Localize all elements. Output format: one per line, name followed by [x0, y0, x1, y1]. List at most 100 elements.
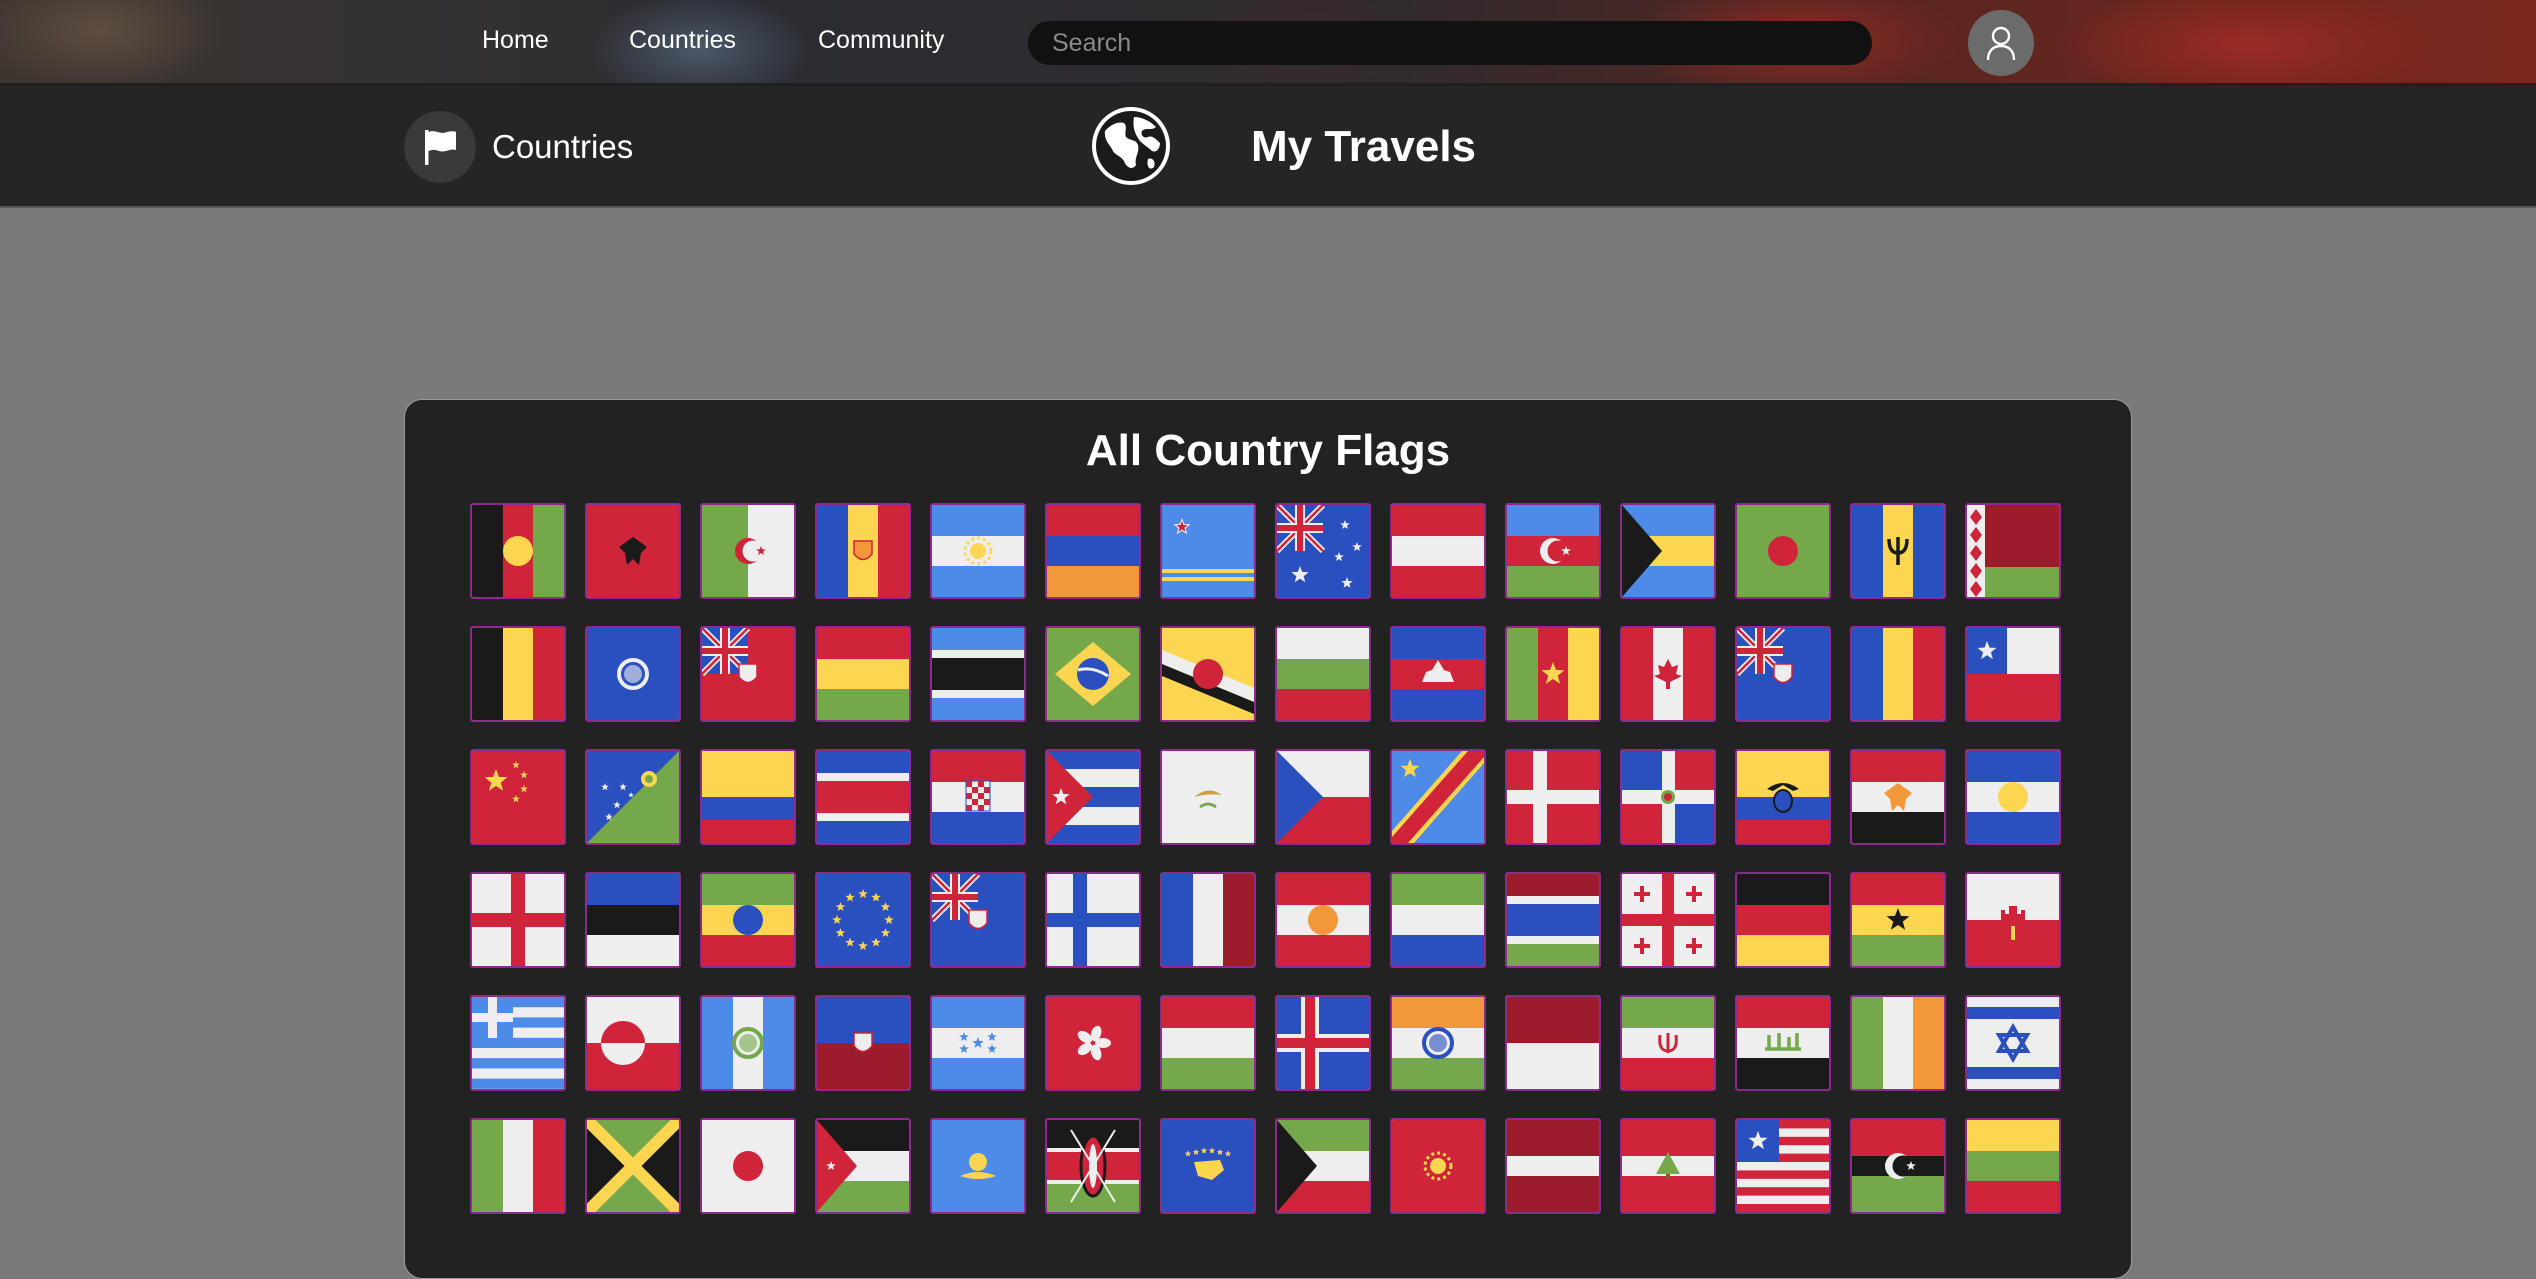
- flag-lithuania[interactable]: [1965, 1118, 2061, 1214]
- flag-jordan[interactable]: [815, 1118, 911, 1214]
- flag-australia[interactable]: [1275, 503, 1371, 599]
- flag-botswana[interactable]: [930, 626, 1026, 722]
- flag-guatemala[interactable]: [700, 995, 796, 1091]
- flag-kazakhstan[interactable]: [930, 1118, 1026, 1214]
- flag-kyrgyzstan[interactable]: [1390, 1118, 1486, 1214]
- flag-bermuda[interactable]: [700, 626, 796, 722]
- flag-finland[interactable]: [1045, 872, 1141, 968]
- flag-image: [1967, 997, 2059, 1089]
- flag-greenland[interactable]: [585, 995, 681, 1091]
- card-title: All Country Flags: [1085, 426, 1451, 475]
- flag-kenya[interactable]: [1045, 1118, 1141, 1214]
- flag-afghanistan[interactable]: [470, 503, 566, 599]
- flag-honduras[interactable]: [930, 995, 1026, 1091]
- flag-france[interactable]: [1160, 872, 1256, 968]
- flag-brunei[interactable]: [1160, 626, 1256, 722]
- flag-indonesia[interactable]: [1505, 995, 1601, 1091]
- flag-lebanon[interactable]: [1620, 1118, 1716, 1214]
- flag-croatia[interactable]: [930, 749, 1026, 845]
- flag-kosovo[interactable]: [1160, 1118, 1256, 1214]
- flag-colombia[interactable]: [700, 749, 796, 845]
- flag-china[interactable]: [470, 749, 566, 845]
- flag-falkland-islands[interactable]: [930, 872, 1026, 968]
- flag-bolivia[interactable]: [815, 626, 911, 722]
- flag-jamaica[interactable]: [585, 1118, 681, 1214]
- flag-england[interactable]: [470, 872, 566, 968]
- flag-libya[interactable]: [1850, 1118, 1946, 1214]
- flag-french-polynesia[interactable]: [1275, 872, 1371, 968]
- section-label[interactable]: Countries: [492, 128, 633, 166]
- flag-iran[interactable]: [1620, 995, 1716, 1091]
- flag-canada[interactable]: [1620, 626, 1716, 722]
- flag-greece[interactable]: [470, 995, 566, 1091]
- nav-home[interactable]: Home: [482, 26, 549, 55]
- flag-chad[interactable]: [1850, 626, 1946, 722]
- flag-image: [587, 505, 679, 597]
- flag-cyprus[interactable]: [1160, 749, 1256, 845]
- flag-india[interactable]: [1390, 995, 1486, 1091]
- flag-gibraltar[interactable]: [1965, 872, 2061, 968]
- flag-aruba[interactable]: [1160, 503, 1256, 599]
- flag-denmark[interactable]: [1505, 749, 1601, 845]
- flag-hungary[interactable]: [1160, 995, 1256, 1091]
- flag-liberia[interactable]: [1735, 1118, 1831, 1214]
- flag-bahamas[interactable]: [1620, 503, 1716, 599]
- flag-italy[interactable]: [470, 1118, 566, 1214]
- flag-georgia[interactable]: [1620, 872, 1716, 968]
- flag-algeria[interactable]: [700, 503, 796, 599]
- flag-image: [932, 1120, 1024, 1212]
- flag-egypt[interactable]: [1850, 749, 1946, 845]
- nav-community[interactable]: Community: [818, 26, 944, 55]
- flag-cuba[interactable]: [1045, 749, 1141, 845]
- flag-cameroon[interactable]: [1505, 626, 1601, 722]
- flag-image: [1047, 997, 1139, 1089]
- flag-haiti[interactable]: [815, 995, 911, 1091]
- site-title: My Travels: [1251, 122, 1477, 171]
- flag-estonia[interactable]: [585, 872, 681, 968]
- flag-christmas-island[interactable]: [585, 749, 681, 845]
- flag-costa-rica[interactable]: [815, 749, 911, 845]
- flag-iraq[interactable]: [1735, 995, 1831, 1091]
- flag-bulgaria[interactable]: [1275, 626, 1371, 722]
- flag-cayman-islands[interactable]: [1735, 626, 1831, 722]
- nav-countries[interactable]: Countries: [629, 26, 736, 55]
- flag-belize[interactable]: [585, 626, 681, 722]
- flag-gabon[interactable]: [1390, 872, 1486, 968]
- flag-argentina[interactable]: [930, 503, 1026, 599]
- flag-iceland[interactable]: [1275, 995, 1371, 1091]
- flag-gambia[interactable]: [1505, 872, 1601, 968]
- flag-belarus[interactable]: [1965, 503, 2061, 599]
- flag-belgium[interactable]: [470, 626, 566, 722]
- flag-cambodia[interactable]: [1390, 626, 1486, 722]
- flag-israel[interactable]: [1965, 995, 2061, 1091]
- user-account-button[interactable]: [1968, 10, 2034, 76]
- flag-armenia[interactable]: [1045, 503, 1141, 599]
- flag-ireland[interactable]: [1850, 995, 1946, 1091]
- flag-dominican-republic[interactable]: [1620, 749, 1716, 845]
- flag-germany[interactable]: [1735, 872, 1831, 968]
- flag-austria[interactable]: [1390, 503, 1486, 599]
- flag-latvia[interactable]: [1505, 1118, 1601, 1214]
- flag-andorra[interactable]: [815, 503, 911, 599]
- flag-dr-congo[interactable]: [1390, 749, 1486, 845]
- flag-image: [932, 505, 1024, 597]
- flag-albania[interactable]: [585, 503, 681, 599]
- flag-bangladesh[interactable]: [1735, 503, 1831, 599]
- flag-el-salvador[interactable]: [1965, 749, 2061, 845]
- flag-brazil[interactable]: [1045, 626, 1141, 722]
- flag-japan[interactable]: [700, 1118, 796, 1214]
- flag-image: [702, 628, 794, 720]
- countries-icon-button[interactable]: [404, 111, 476, 183]
- flag-azerbaijan[interactable]: [1505, 503, 1601, 599]
- flag-ecuador[interactable]: [1735, 749, 1831, 845]
- flag-hong-kong[interactable]: [1045, 995, 1141, 1091]
- search-input[interactable]: [1028, 21, 1872, 65]
- flag-czechia[interactable]: [1275, 749, 1371, 845]
- flag-kuwait[interactable]: [1275, 1118, 1371, 1214]
- flag-barbados[interactable]: [1850, 503, 1946, 599]
- flag-chile[interactable]: [1965, 626, 2061, 722]
- flag-image: [1507, 751, 1599, 843]
- flag-ghana[interactable]: [1850, 872, 1946, 968]
- flag-european-union[interactable]: [815, 872, 911, 968]
- flag-ethiopia[interactable]: [700, 872, 796, 968]
